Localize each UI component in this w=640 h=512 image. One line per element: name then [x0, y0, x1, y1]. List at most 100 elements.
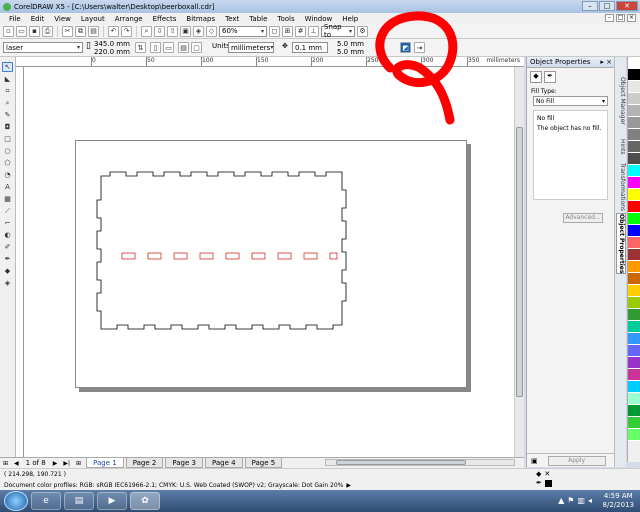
color-swatch[interactable] — [628, 321, 640, 333]
publish-pdf-icon[interactable]: ▣ — [180, 25, 191, 37]
next-page-icon[interactable]: ▶ — [50, 460, 61, 467]
color-swatch[interactable] — [628, 309, 640, 321]
color-profiles-text[interactable]: Document color profiles: RGB: sRGB IEC61… — [4, 482, 343, 489]
color-swatch[interactable] — [628, 261, 640, 273]
internet-explorer-icon[interactable]: e — [31, 492, 61, 510]
options-gear-icon[interactable]: ⚙ — [357, 25, 368, 37]
box-outline-shape[interactable] — [96, 171, 347, 330]
lock-icon[interactable]: ▣ — [531, 457, 538, 465]
duplicate-x-field[interactable]: 5.0 mm — [337, 40, 364, 48]
color-swatch[interactable] — [628, 345, 640, 357]
undo-icon[interactable]: ↶ — [108, 25, 119, 37]
print-icon[interactable]: ⎙ — [42, 25, 53, 37]
welcome-screen-icon[interactable]: ◇ — [206, 25, 217, 37]
advanced-button[interactable]: Advanced... — [563, 213, 603, 223]
save-icon[interactable]: ▪ — [29, 25, 40, 37]
color-swatch[interactable] — [628, 273, 640, 285]
slot-shape[interactable] — [225, 252, 240, 260]
close-icon[interactable]: ▸ × — [600, 58, 614, 66]
menu-file[interactable]: File — [4, 15, 26, 23]
table-tool-icon[interactable]: ▦ — [2, 194, 13, 204]
maximize-button[interactable]: □ — [599, 1, 615, 11]
interactive-fill-tool-icon[interactable]: ◈ — [2, 278, 13, 288]
lock-ratio-icon[interactable]: ⇅ — [135, 42, 146, 53]
full-screen-preview-icon[interactable]: ◻ — [269, 25, 280, 37]
all-pages-icon[interactable]: ▤ — [178, 42, 189, 53]
color-swatch[interactable] — [628, 117, 640, 129]
text-tool-icon[interactable]: A — [2, 182, 13, 192]
color-swatch[interactable] — [628, 333, 640, 345]
crop-tool-icon[interactable]: ⌗ — [2, 86, 13, 96]
drawing-canvas[interactable] — [24, 67, 514, 457]
open-folder-icon[interactable]: ▭ — [16, 25, 27, 37]
menu-bitmaps[interactable]: Bitmaps — [181, 15, 220, 23]
color-swatch[interactable] — [628, 105, 640, 117]
doc-close-button[interactable]: × — [627, 14, 636, 22]
start-button[interactable] — [4, 491, 28, 511]
scrollbar-thumb[interactable] — [516, 127, 523, 397]
menu-text[interactable]: Text — [220, 15, 244, 23]
color-swatch[interactable] — [628, 357, 640, 369]
fill-indicator[interactable]: ◆ ✕ — [536, 470, 552, 478]
nudge-distance-field[interactable]: 0.1 mm — [292, 42, 328, 53]
network-icon[interactable]: ▥ — [577, 496, 585, 505]
paste-icon[interactable]: ▤ — [88, 25, 99, 37]
horizontal-ruler[interactable]: 0 50 100 150 200 250 300 350 millimeters — [16, 57, 524, 67]
color-swatch[interactable] — [628, 213, 640, 225]
menu-edit[interactable]: Edit — [26, 15, 50, 23]
minimize-button[interactable]: – — [582, 1, 598, 11]
vertical-ruler[interactable] — [16, 67, 24, 457]
color-swatch[interactable] — [628, 201, 640, 213]
shape-tool-icon[interactable]: ◣ — [2, 74, 13, 84]
outline-pen-tool-icon[interactable]: ✒ — [2, 254, 13, 264]
slot-shape[interactable] — [147, 252, 162, 260]
landscape-icon[interactable]: ▭ — [163, 42, 174, 53]
color-swatch[interactable] — [628, 225, 640, 237]
pick-tool-icon[interactable]: ↖ — [2, 62, 13, 72]
show-rulers-icon[interactable]: ⊞ — [282, 25, 293, 37]
horizontal-scrollbar[interactable] — [325, 459, 515, 466]
apply-button[interactable]: Apply — [547, 455, 606, 466]
zoom-level-select[interactable]: 60% ▾ — [219, 25, 267, 37]
play-arrow-icon[interactable]: ▶ — [346, 482, 351, 489]
color-swatch[interactable] — [628, 153, 640, 165]
outline-indicator[interactable]: ✒ — [536, 479, 552, 487]
slot-shape[interactable] — [303, 252, 318, 260]
coreldraw-taskbar-icon[interactable]: ✿ — [130, 492, 160, 510]
preset-select[interactable]: laser ▾ — [3, 42, 83, 53]
color-swatch[interactable] — [628, 129, 640, 141]
freehand-tool-icon[interactable]: ✎ — [2, 110, 13, 120]
zoom-tool-icon[interactable]: ⌕ — [2, 98, 13, 108]
color-swatch[interactable] — [628, 141, 640, 153]
rectangle-tool-icon[interactable]: □ — [2, 134, 13, 144]
slot-shape[interactable] — [251, 252, 266, 260]
slot-shape[interactable] — [329, 252, 338, 260]
duplicate-y-field[interactable]: 5.0 mm — [337, 48, 364, 56]
fill-section-icon[interactable]: ◆ — [530, 71, 542, 83]
color-swatch[interactable] — [628, 81, 640, 93]
slot-shape[interactable] — [277, 252, 292, 260]
page-width-field[interactable]: 345.0 mm — [94, 40, 130, 48]
fill-type-select[interactable]: No Fill ▾ — [533, 96, 608, 106]
color-swatch[interactable] — [628, 93, 640, 105]
menu-arrange[interactable]: Arrange — [110, 15, 148, 23]
fill-tool-icon[interactable]: ◆ — [2, 266, 13, 276]
color-swatch[interactable] — [628, 69, 640, 81]
color-swatch[interactable] — [628, 57, 640, 69]
color-swatch[interactable] — [628, 189, 640, 201]
eyedropper-tool-icon[interactable]: ✐ — [2, 242, 13, 252]
show-grid-icon[interactable]: # — [295, 25, 306, 37]
application-launcher-icon[interactable]: ◈ — [193, 25, 204, 37]
previous-page-icon[interactable]: ◀ — [11, 460, 22, 467]
tab-page-3[interactable]: Page 3 — [165, 458, 203, 468]
doc-restore-button[interactable]: □ — [616, 14, 625, 22]
treat-as-filled-icon[interactable]: ◩ — [400, 42, 411, 53]
portrait-icon[interactable]: ▯ — [150, 42, 161, 53]
units-select[interactable]: millimeters ▾ — [228, 42, 274, 53]
action-center-flag-icon[interactable]: ⚑ — [567, 496, 574, 505]
doc-minimize-button[interactable]: – — [605, 14, 614, 22]
color-swatch[interactable] — [628, 177, 640, 189]
smart-fill-tool-icon[interactable]: ◘ — [2, 122, 13, 132]
color-swatch[interactable] — [628, 393, 640, 405]
menu-view[interactable]: View — [49, 15, 76, 23]
